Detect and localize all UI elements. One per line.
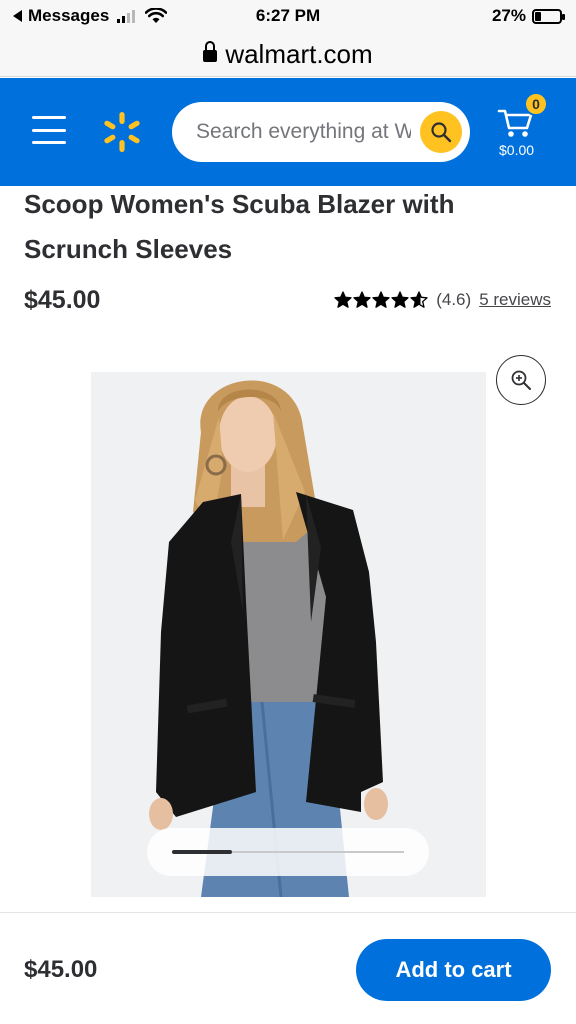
search-button[interactable] [420,111,462,153]
star-icon [353,291,371,308]
battery-status: 27% [491,6,565,26]
site-header: 0 $0.00 [0,78,576,186]
lock-icon [203,41,218,65]
star-icon [334,291,352,308]
cart-button[interactable]: 0 $0.00 [497,92,549,166]
gallery-scrubber[interactable] [147,828,429,876]
product-rating: (4.6) 5 reviews [334,290,551,310]
sticky-price: $45.00 [24,956,98,983]
scrubber-progress [172,850,233,854]
reviews-link[interactable]: 5 reviews [479,290,551,310]
bottom-bar: $45.00 Add to cart [0,912,576,1024]
status-bar: Messages 6:27 PM 27% [0,0,576,32]
rating-value: (4.6) [436,290,472,309]
menu-icon[interactable] [32,116,66,144]
add-to-cart-button[interactable]: Add to cart [356,939,551,1001]
star-icon [372,291,390,308]
product-title: Scoop Women's Scuba Blazer with Scrunch … [24,189,455,264]
search-input[interactable] [196,102,411,162]
url-domain: walmart.com [225,38,373,69]
star-icon [391,291,409,308]
zoom-button[interactable] [496,355,546,405]
star-rating [334,291,428,309]
battery-icon [532,8,565,24]
battery-percent: 27% [491,6,526,25]
product-image[interactable] [91,372,486,897]
cart-total: $0.00 [499,142,535,158]
url-bar[interactable]: walmart.com [0,32,576,77]
model-photo [91,372,486,897]
search-icon [431,122,452,143]
cart-count-badge: 0 [524,92,548,116]
walmart-spark-icon[interactable] [100,110,144,154]
zoom-in-icon [511,370,531,390]
clock: 6:27 PM [255,6,321,25]
star-icon [410,291,428,308]
search-bar [172,102,470,162]
product-price: $45.00 [24,286,101,314]
